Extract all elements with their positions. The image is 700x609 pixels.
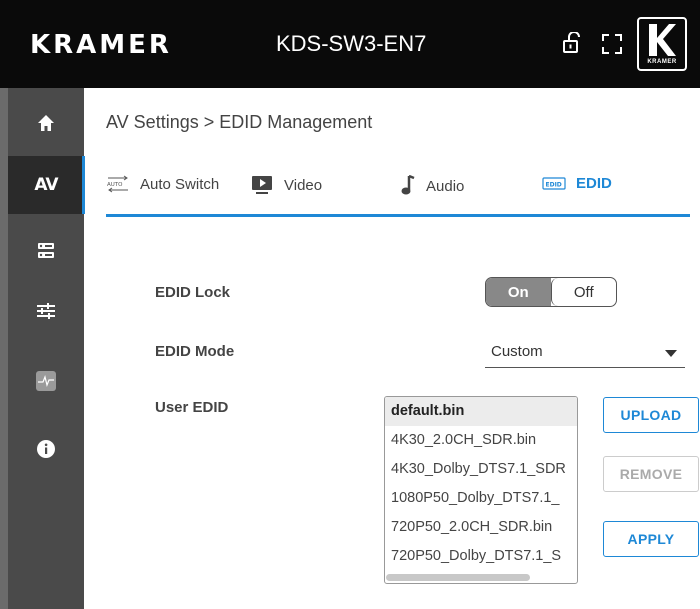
chevron-down-icon	[665, 350, 677, 357]
list-item[interactable]: 720P50_2.0CH_SDR.bin	[385, 513, 577, 542]
svg-text:EDID: EDID	[546, 181, 562, 188]
tab-video-label: Video	[284, 176, 323, 194]
sidebar-item-av[interactable]: AV	[8, 156, 85, 214]
svg-text:AUTO: AUTO	[107, 182, 123, 188]
sidebar-item-settings[interactable]	[8, 224, 84, 282]
sidebar-item-diagnostics[interactable]	[8, 354, 84, 412]
device-settings-icon	[36, 241, 56, 266]
list-item[interactable]: 4K30_Dolby_DTS7.1_SDR	[385, 455, 577, 484]
tab-edid[interactable]: EDID EDID	[542, 175, 612, 192]
kramer-brand-icon: KRAMER	[637, 17, 687, 71]
apply-button[interactable]: APPLY	[603, 521, 699, 557]
sidebar-item-adjust[interactable]	[8, 284, 84, 342]
tab-audio[interactable]: Audio	[400, 175, 464, 197]
music-note-icon	[400, 175, 416, 197]
sidebar-item-av-label: AV	[34, 175, 58, 195]
user-edid-label: User EDID	[155, 399, 229, 416]
device-name: KDS-SW3-EN7	[276, 31, 427, 56]
edid-lock-off-option[interactable]: Off	[550, 278, 616, 306]
edid-lock-toggle[interactable]: On Off	[485, 277, 617, 307]
edid-mode-label: EDID Mode	[155, 343, 235, 360]
edid-lock-label: EDID Lock	[155, 284, 231, 301]
list-item[interactable]: default.bin	[385, 397, 577, 426]
edid-icon: EDID	[542, 176, 566, 192]
tab-edid-label: EDID	[576, 175, 612, 192]
sidebar-item-home[interactable]	[8, 96, 84, 154]
list-item[interactable]: 4K30_2.0CH_SDR.bin	[385, 426, 577, 455]
top-bar: KRAMER KDS-SW3-EN7 KRAMER	[0, 0, 700, 88]
tab-audio-label: Audio	[426, 177, 465, 195]
tab-video[interactable]: Video	[250, 175, 322, 195]
edid-mode-select[interactable]: Custom	[485, 338, 685, 368]
user-edid-list[interactable]: default.bin 4K30_2.0CH_SDR.bin 4K30_Dolb…	[384, 396, 578, 584]
pulse-icon	[36, 370, 56, 396]
sidebar: AV	[0, 88, 85, 609]
sliders-icon	[36, 301, 56, 326]
tab-auto-switch[interactable]: AUTO Auto Switch	[106, 175, 219, 193]
tab-bar: AUTO Auto Switch Video Audio EDID EDID	[106, 165, 690, 217]
home-icon	[37, 114, 55, 137]
upload-button[interactable]: UPLOAD	[603, 397, 699, 433]
edid-lock-on-option[interactable]: On	[486, 278, 551, 306]
lock-open-icon[interactable]	[563, 31, 583, 59]
list-item[interactable]: 1080P50_Dolby_DTS7.1_	[385, 484, 577, 513]
sidebar-item-info[interactable]	[8, 422, 84, 480]
auto-switch-icon: AUTO	[106, 175, 130, 193]
tab-auto-switch-label: Auto Switch	[140, 175, 220, 193]
horizontal-scrollbar[interactable]	[386, 574, 530, 581]
remove-button[interactable]: REMOVE	[603, 456, 699, 492]
video-icon	[250, 175, 274, 195]
info-icon	[36, 439, 56, 464]
edid-mode-value: Custom	[491, 343, 543, 360]
fullscreen-icon[interactable]	[601, 33, 623, 60]
breadcrumb: AV Settings > EDID Management	[106, 112, 373, 132]
kramer-logo: KRAMER	[30, 30, 172, 60]
list-item[interactable]: 720P50_Dolby_DTS7.1_S	[385, 542, 577, 571]
